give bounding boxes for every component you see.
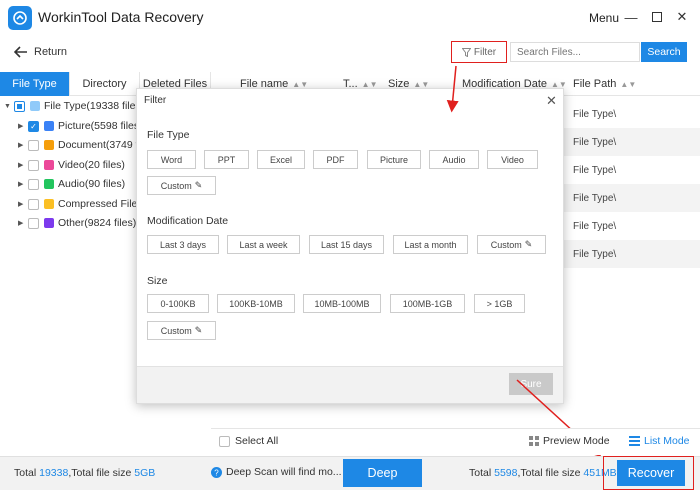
selected-prefix: Total (469, 467, 495, 479)
help-icon: ? (211, 466, 222, 478)
preview-mode-label: Preview Mode (543, 435, 610, 447)
deep-scan-note: ? Deep Scan will find mo... (211, 466, 342, 478)
list-mode-label: List Mode (644, 435, 690, 447)
selected-count: 5598 (494, 467, 518, 479)
grid-icon (529, 436, 539, 446)
select-all[interactable]: Select All (219, 435, 278, 447)
recover-button[interactable]: Recover (617, 460, 685, 486)
total-size: 5GB (134, 467, 156, 479)
deep-button[interactable]: Deep (343, 459, 422, 487)
total-mid: ,Total file size (68, 467, 135, 479)
preview-mode-button[interactable]: Preview Mode (529, 435, 610, 447)
annotation-arrows (446, 65, 602, 458)
total-summary: Total 19338,Total file size 5GB (14, 467, 155, 479)
selected-mid: ,Total file size (517, 467, 584, 479)
selected-summary: Total 5598,Total file size 451MB (469, 467, 617, 479)
arrow-to-filter-panel (446, 65, 459, 113)
list-footer (211, 428, 700, 455)
list-icon (629, 436, 640, 446)
total-count: 19338 (39, 467, 69, 479)
select-all-label: Select All (235, 435, 279, 447)
deep-scan-note-text: Deep Scan will find mo... (226, 466, 342, 478)
select-all-checkbox[interactable] (219, 435, 230, 447)
svg-text:?: ? (214, 468, 219, 477)
total-prefix: Total (14, 467, 40, 479)
list-mode-button[interactable]: List Mode (629, 435, 690, 447)
